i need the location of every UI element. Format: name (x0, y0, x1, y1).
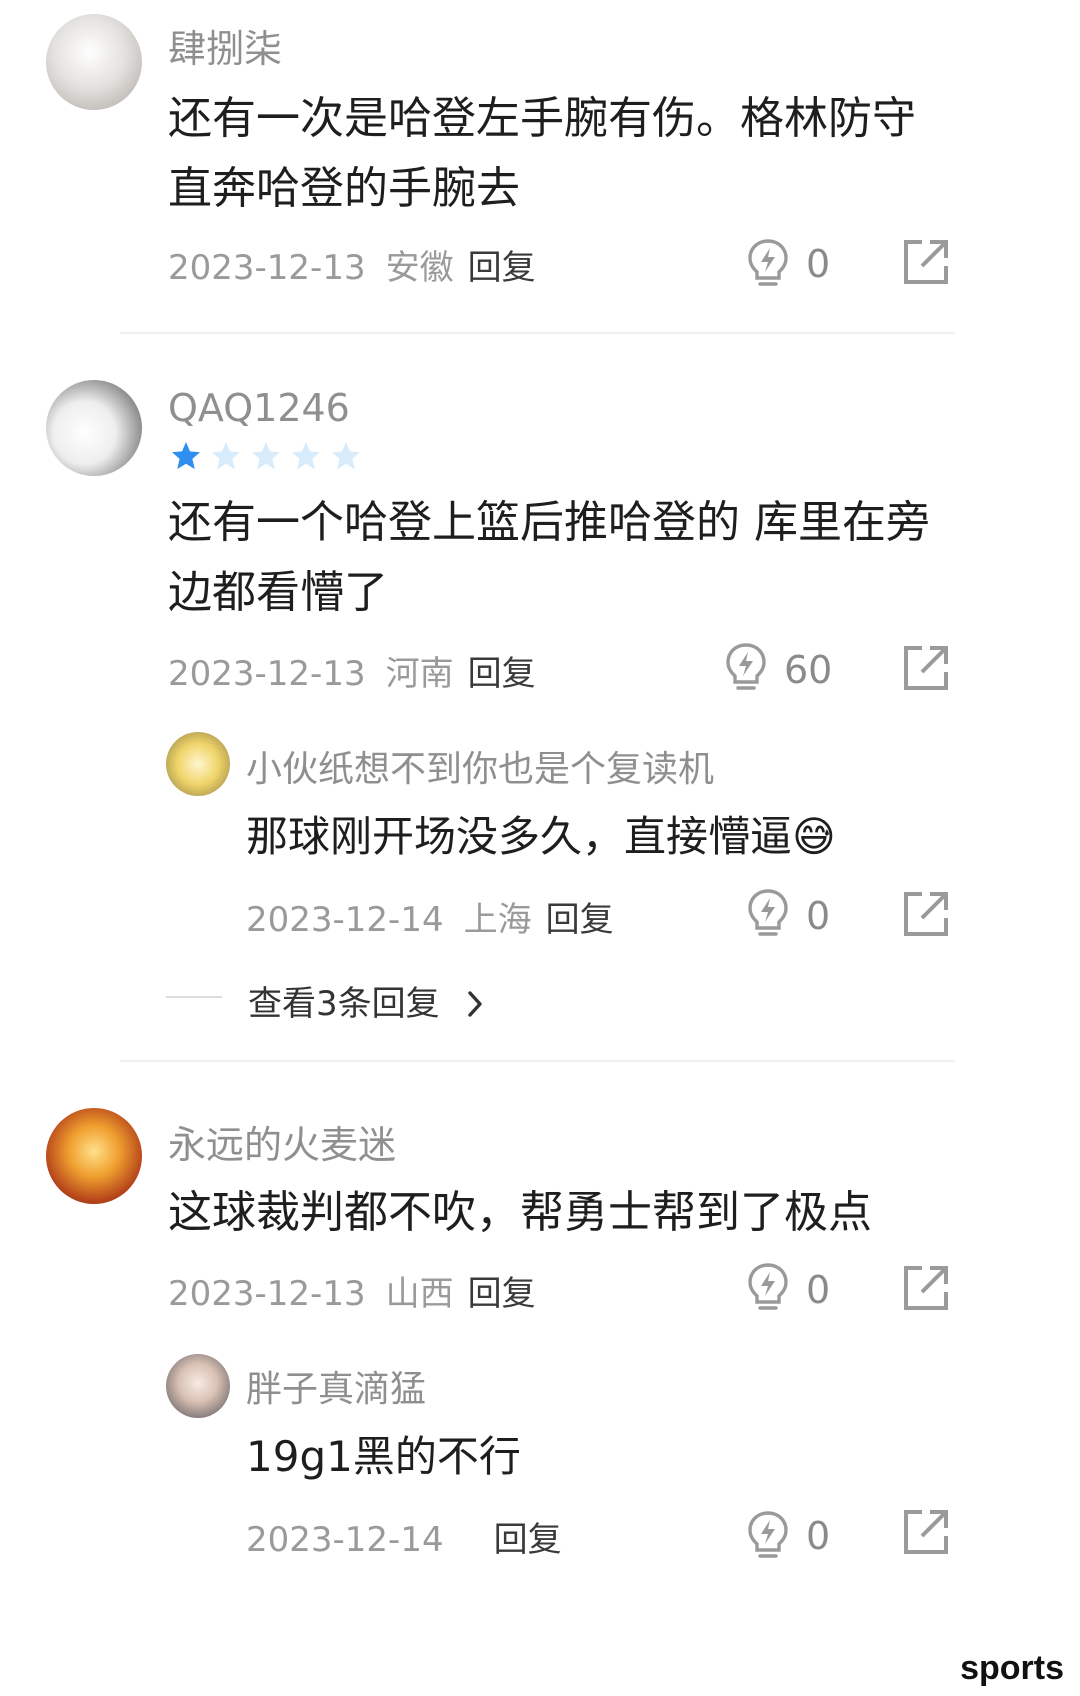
comment-location: 安徽 (385, 248, 454, 288)
rating-stars (170, 440, 362, 472)
like-count: 0 (806, 1514, 831, 1558)
share-external-icon[interactable] (902, 238, 950, 286)
reply-button[interactable]: 回复 (468, 1274, 536, 1314)
comment-date: 2023-12-13 (168, 1274, 366, 1314)
watermark: sports (960, 1649, 1064, 1687)
lightbulb-lightning-icon[interactable] (746, 1262, 790, 1312)
like-count: 0 (806, 894, 831, 938)
star-empty-icon (212, 442, 240, 470)
reply-button[interactable]: 回复 (546, 900, 614, 940)
lightbulb-lightning-icon[interactable] (724, 642, 768, 692)
star-empty-icon (292, 442, 320, 470)
username[interactable]: 肆捌柒 (168, 18, 282, 73)
comment-meta: 2023-12-14 回复 (246, 1512, 562, 1561)
comment-text-line: 边都看懵了 (168, 567, 388, 618)
reply-button[interactable]: 回复 (494, 1520, 562, 1560)
avatar[interactable] (166, 732, 230, 796)
avatar[interactable] (46, 380, 142, 476)
comment-date: 2023-12-13 (168, 248, 366, 288)
share-external-icon[interactable] (902, 1508, 950, 1556)
view-replies-button[interactable]: 查看3条回复 (248, 976, 486, 1025)
chevron-right-icon (468, 991, 483, 1017)
comment-meta: 2023-12-13 河南 回复 (168, 646, 536, 695)
divider (120, 332, 955, 334)
avatar[interactable] (46, 1108, 142, 1204)
comment-text-line: 直奔哈登的手腕去 (168, 163, 520, 214)
reply-button[interactable]: 回复 (468, 654, 536, 694)
share-external-icon[interactable] (902, 644, 950, 692)
divider (120, 1060, 955, 1062)
comment-text-line: 还有一次是哈登左手腕有伤。格林防守 (168, 93, 916, 144)
username[interactable]: QAQ1246 (168, 386, 350, 430)
comment-location: 河南 (385, 654, 454, 694)
comment-date: 2023-12-14 (246, 1520, 444, 1560)
comment-text: 19g1黑的不行 (246, 1432, 521, 1481)
view-replies-line (166, 996, 222, 998)
comment-text-line: 还有一个哈登上篮后推哈登的 库里在旁 (168, 497, 930, 548)
comment-text: 那球刚开场没多久，直接懵逼😅 (246, 812, 836, 861)
lightbulb-lightning-icon[interactable] (746, 238, 790, 288)
view-replies-label: 查看3条回复 (248, 984, 440, 1024)
avatar[interactable] (46, 14, 142, 110)
star-empty-icon (332, 442, 360, 470)
comment-meta: 2023-12-14 上海 回复 (246, 892, 614, 941)
reply-button[interactable]: 回复 (468, 248, 536, 288)
share-external-icon[interactable] (902, 890, 950, 938)
share-external-icon[interactable] (902, 1264, 950, 1312)
lightbulb-lightning-icon[interactable] (746, 1510, 790, 1560)
star-empty-icon (252, 442, 280, 470)
username[interactable]: 小伙纸想不到你也是个复读机 (246, 740, 714, 792)
star-filled-icon (172, 442, 200, 470)
like-count: 0 (806, 1268, 831, 1312)
comment-text-line: 这球裁判都不吹，帮勇士帮到了极点 (168, 1187, 872, 1238)
comment-meta: 2023-12-13 山西 回复 (168, 1266, 536, 1315)
username[interactable]: 胖子真滴猛 (246, 1360, 426, 1412)
comment-date: 2023-12-13 (168, 654, 366, 694)
avatar[interactable] (166, 1354, 230, 1418)
comment-location: 山西 (385, 1274, 454, 1314)
comment-date: 2023-12-14 (246, 900, 444, 940)
lightbulb-lightning-icon[interactable] (746, 888, 790, 938)
comment-location: 上海 (463, 900, 532, 940)
like-count: 0 (806, 242, 831, 286)
comment-meta: 2023-12-13 安徽 回复 (168, 240, 536, 289)
like-count: 60 (784, 648, 833, 692)
username[interactable]: 永远的火麦迷 (168, 1114, 396, 1169)
